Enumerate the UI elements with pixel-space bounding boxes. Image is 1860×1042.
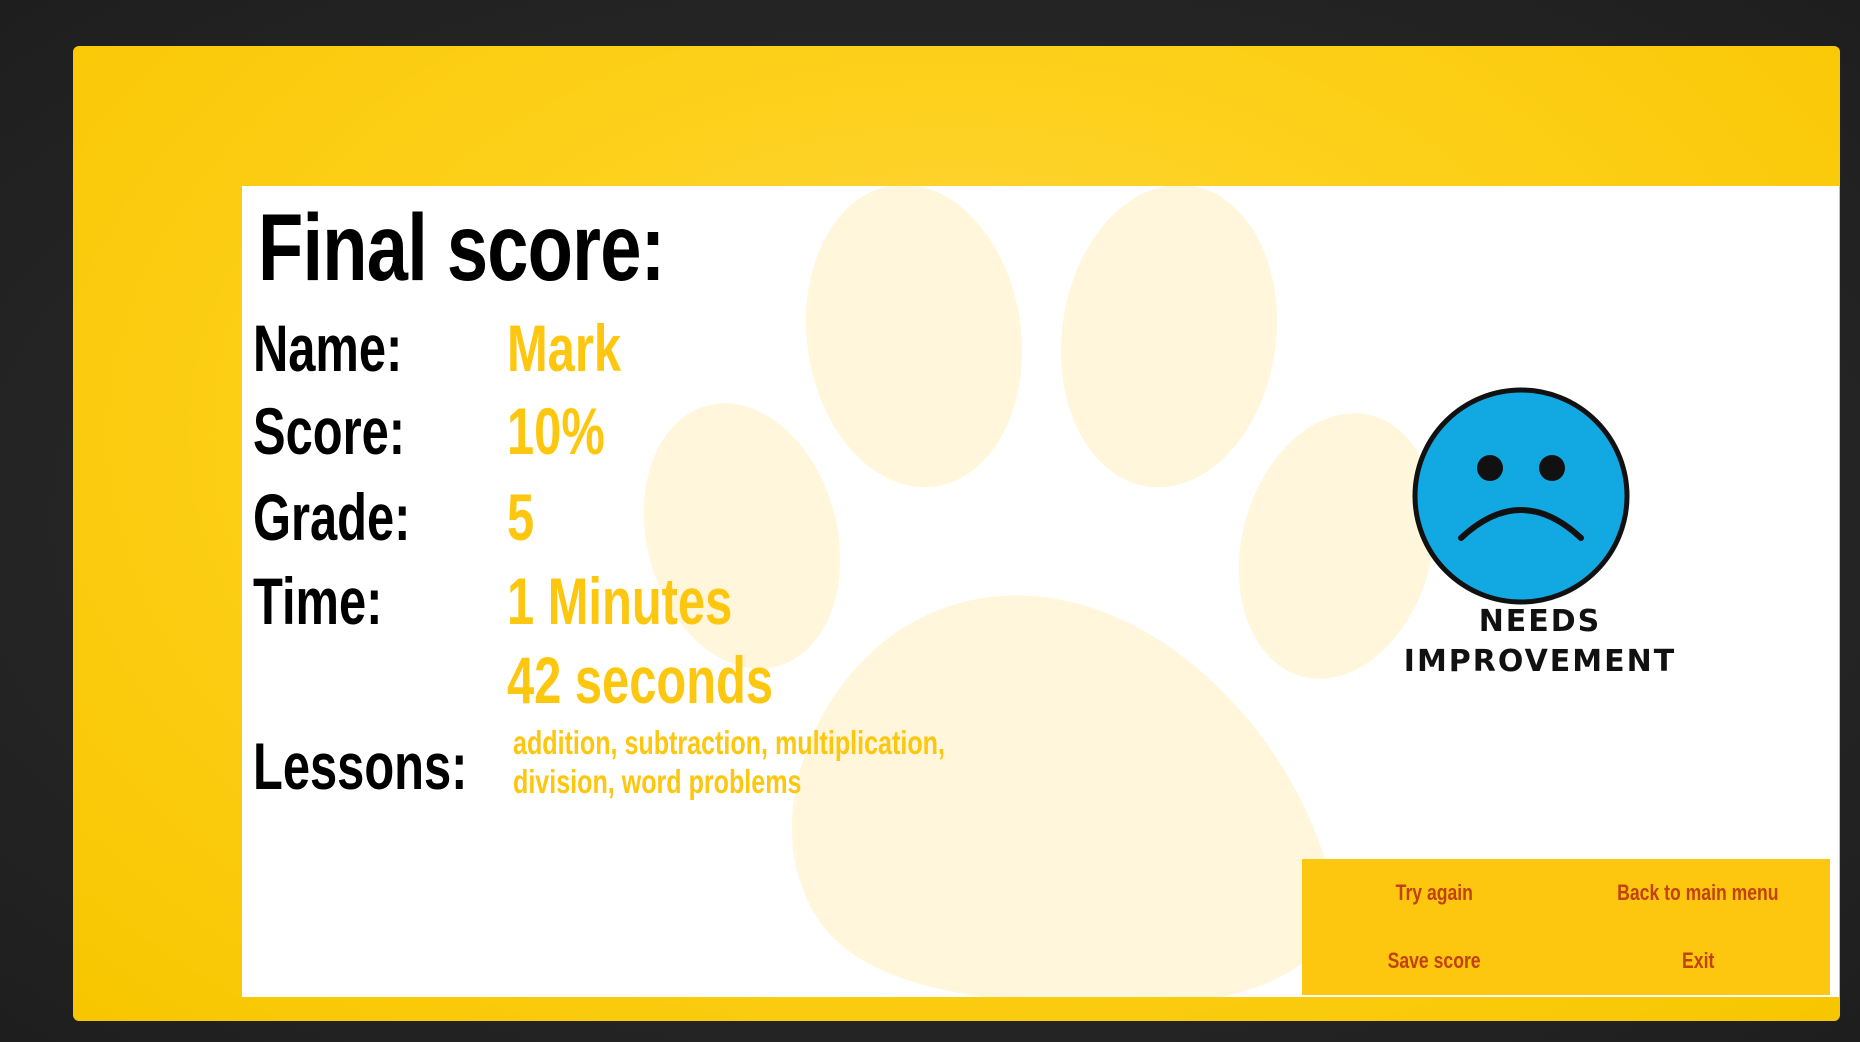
- result-label-line2: IMPROVEMENT: [1403, 644, 1677, 679]
- score-panel: Final score: Name: Mark Score: 10% Grade…: [242, 186, 1839, 997]
- main-menu-label: Back to main menu: [1617, 880, 1779, 905]
- action-menu: Try again Back to main menu Save score E…: [1302, 859, 1830, 995]
- result-label-line1: NEEDS: [1478, 604, 1602, 639]
- main-menu-button[interactable]: Back to main menu: [1566, 859, 1830, 927]
- grade-value: 5: [507, 480, 535, 554]
- sad-face-icon: [1412, 387, 1630, 605]
- score-value: 10%: [507, 394, 605, 468]
- lessons-label: Lessons:: [253, 729, 468, 803]
- try-again-label: Try again: [1395, 880, 1473, 905]
- exit-label: Exit: [1681, 948, 1715, 973]
- result-badge: NEEDS IMPROVEMENT: [1330, 374, 1750, 694]
- score-label: Score:: [253, 394, 406, 468]
- save-score-button[interactable]: Save score: [1302, 927, 1566, 995]
- try-again-button[interactable]: Try again: [1302, 859, 1566, 927]
- time-value-seconds: 42 seconds: [507, 643, 774, 717]
- time-value-minutes: 1 Minutes: [507, 564, 733, 638]
- lessons-value: addition, subtraction, multiplication, d…: [513, 724, 945, 800]
- name-value: Mark: [507, 311, 622, 385]
- page-title: Final score:: [258, 195, 665, 301]
- time-label: Time:: [253, 564, 383, 638]
- score-frame: Final score: Name: Mark Score: 10% Grade…: [73, 46, 1840, 1021]
- exit-button[interactable]: Exit: [1566, 927, 1830, 995]
- save-score-label: Save score: [1387, 948, 1481, 973]
- grade-label: Grade:: [253, 480, 411, 554]
- name-label: Name:: [253, 311, 403, 385]
